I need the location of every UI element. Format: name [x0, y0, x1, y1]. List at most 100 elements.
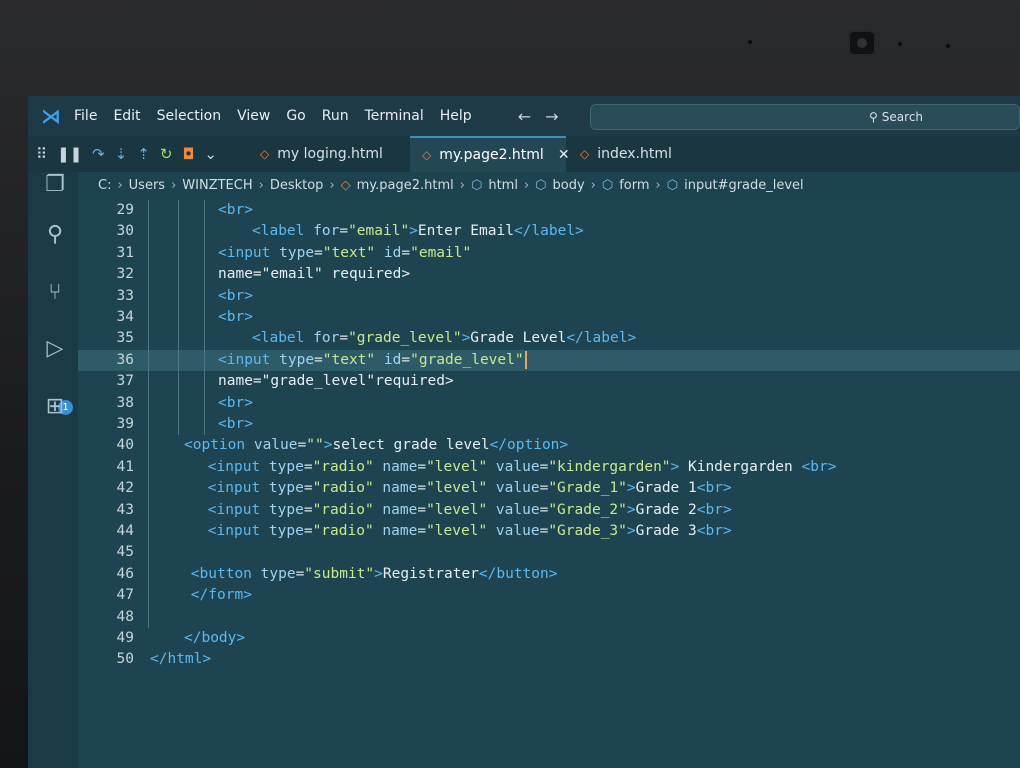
breadcrumb-html[interactable]: html [488, 178, 518, 193]
menu-go[interactable]: Go [286, 108, 305, 124]
html-file-icon: ◇ [422, 148, 432, 162]
tab-my-page2[interactable]: ◇ my.page2.html ✕ [410, 136, 570, 172]
menu-help[interactable]: Help [440, 108, 472, 124]
code-line[interactable]: 48 [78, 607, 1020, 628]
code-line[interactable]: 32 name="email" required> [78, 264, 1020, 285]
line-number: 35 [116, 330, 134, 347]
line-number: 38 [116, 394, 134, 411]
code-text: <br> [218, 202, 253, 218]
code-line[interactable]: 35 <label for="grade_level">Grade Level</… [78, 328, 1020, 349]
breadcrumb-desktop[interactable]: Desktop [270, 178, 324, 193]
tab-label: index.html [597, 146, 672, 162]
code-line[interactable]: 43 <input type="radio" name="level" value… [78, 500, 1020, 521]
code-line[interactable]: 30 <label for="email">Enter Email</label> [78, 221, 1020, 242]
step-into-icon[interactable]: ⇣ [115, 145, 128, 163]
code-line[interactable]: 47 </form> [78, 585, 1020, 606]
code-text: name="email" required> [218, 266, 411, 283]
line-number: 41 [116, 458, 134, 475]
code-text: <button type="submit">Registrater</butto… [190, 565, 558, 582]
vscode-window: ⋊ File Edit Selection View Go Run Termin… [28, 96, 1020, 768]
code-line[interactable]: 37 name="grade_level"required> [78, 371, 1020, 392]
extensions-icon[interactable]: ⊞ [42, 394, 68, 420]
chevron-right-icon: › [117, 177, 123, 193]
activity-bar: ❐ ⚲ ⑂ ▷ 1 ⊞ [28, 172, 78, 768]
code-line[interactable]: 50 </html> [78, 649, 1020, 670]
explorer-icon[interactable]: ❐ [42, 172, 68, 198]
breadcrumb-file[interactable]: my.page2.html [357, 178, 454, 193]
breadcrumb-form[interactable]: form [619, 178, 649, 193]
code-line[interactable]: 42 <input type="radio" name="level" value… [78, 478, 1020, 499]
stop-icon[interactable]: ◘ [182, 145, 194, 163]
code-text: </body> [184, 630, 246, 646]
code-line[interactable]: 41 <input type="radio" name="level" value… [78, 457, 1020, 478]
pause-icon[interactable]: ❚❚ [57, 145, 82, 163]
code-line[interactable]: 44 <input type="radio" name="level" value… [78, 521, 1020, 542]
html-file-icon: ◇ [340, 177, 351, 193]
forward-arrow-icon[interactable]: → [545, 107, 558, 126]
tab-label: my loging.html [277, 146, 383, 162]
vscode-logo-icon: ⋊ [41, 104, 61, 128]
breadcrumb-body[interactable]: body [553, 178, 585, 193]
code-line[interactable]: 49 </body> [78, 628, 1020, 649]
chevron-right-icon: › [171, 177, 177, 193]
code-line[interactable]: 45 [78, 542, 1020, 563]
line-number: 37 [116, 373, 134, 390]
code-text: name="grade_level"required> [218, 373, 454, 390]
chevron-down-icon[interactable]: ⌄ [204, 145, 217, 163]
code-line[interactable]: 29 <br> [78, 200, 1020, 221]
code-editor[interactable]: 29 <br> 30 <label for="email">Enter Email</… [78, 200, 1020, 768]
code-line[interactable]: 31 <input type="text" id="email" [78, 243, 1020, 264]
breadcrumb-input[interactable]: input#grade_level [684, 178, 804, 193]
tab-my-loging[interactable]: ◇ my loging.html [248, 136, 408, 172]
line-number: 34 [116, 309, 134, 325]
code-line[interactable]: 33 <br> [78, 286, 1020, 307]
text-cursor [524, 351, 527, 370]
line-number: 40 [116, 437, 134, 454]
code-line[interactable]: 34 <br> [78, 307, 1020, 328]
search-icon: ⚲ [869, 110, 878, 124]
command-search-box[interactable]: ⚲ Search [590, 104, 1020, 130]
tab-index[interactable]: ◇ index.html [568, 136, 718, 172]
code-text: <input type="radio" name="level" value="… [207, 480, 732, 497]
line-number: 50 [116, 651, 134, 668]
line-number: 39 [116, 416, 134, 432]
breadcrumb-users[interactable]: Users [129, 178, 165, 193]
code-line[interactable]: 39 <br> [78, 414, 1020, 435]
line-number: 29 [116, 202, 134, 218]
source-control-icon[interactable]: ⑂ [42, 280, 68, 306]
back-arrow-icon[interactable]: ← [518, 107, 531, 126]
breadcrumb-drive[interactable]: C: [98, 178, 111, 193]
bezel-dot [946, 44, 950, 48]
menu-file[interactable]: File [74, 108, 97, 124]
indent-guide [203, 200, 205, 436]
menu-bar: File Edit Selection View Go Run Terminal… [74, 108, 472, 124]
run-debug-icon[interactable]: ▷ [42, 336, 68, 362]
code-line[interactable]: 38 <br> [78, 393, 1020, 414]
menu-selection[interactable]: Selection [157, 108, 222, 124]
search-icon[interactable]: ⚲ [42, 222, 68, 248]
menu-edit[interactable]: Edit [113, 108, 140, 124]
code-text: <input type="radio" name="level" value="… [207, 501, 732, 518]
menu-terminal[interactable]: Terminal [365, 108, 424, 124]
webcam [848, 30, 876, 56]
drag-handle-icon[interactable]: ⠿ [36, 145, 47, 163]
code-text: <label for="email">Enter Email</label> [252, 223, 584, 240]
line-number: 49 [116, 630, 134, 646]
restart-icon[interactable]: ↻ [160, 145, 173, 163]
cube-icon: ⬡ [666, 177, 679, 193]
step-over-icon[interactable]: ↷ [92, 145, 105, 163]
menu-run[interactable]: Run [322, 108, 349, 124]
bezel-dot [898, 42, 902, 46]
code-line[interactable]: 46 <button type="submit">Registrater</but… [78, 564, 1020, 585]
menu-view[interactable]: View [237, 108, 270, 124]
line-number: 33 [116, 287, 134, 304]
code-line[interactable]: 36 <input type="text" id="grade_level" [78, 349, 1020, 371]
code-line[interactable]: 40 <option value="">select grade level</o… [78, 435, 1020, 456]
cube-icon: ⬡ [470, 177, 483, 193]
breadcrumb-winztech[interactable]: WINZTECH [182, 178, 252, 193]
bezel-dot [748, 40, 752, 44]
step-out-icon[interactable]: ⇡ [137, 145, 150, 163]
line-number: 48 [116, 608, 134, 625]
line-number: 31 [116, 244, 134, 261]
line-number: 45 [116, 544, 134, 561]
